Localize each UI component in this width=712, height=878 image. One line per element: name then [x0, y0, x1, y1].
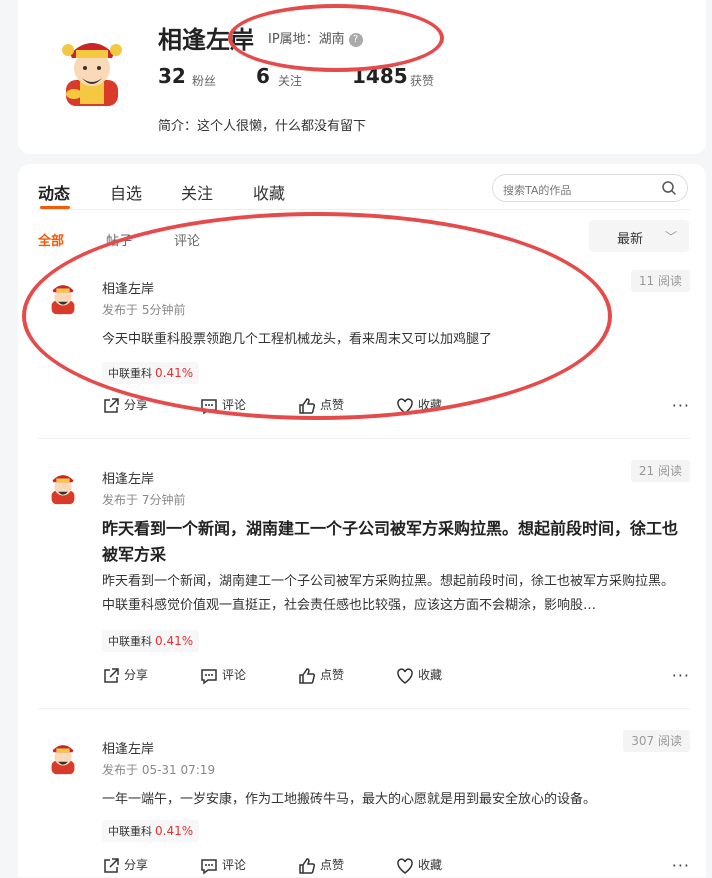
profile-bio: 简介：这个人很懒，什么都没有留下: [158, 119, 367, 134]
likes-count: 1485: [352, 64, 408, 88]
fans-count[interactable]: 32: [158, 64, 186, 88]
tab-dynamic[interactable]: 动态: [38, 180, 70, 204]
share-icon: [104, 857, 119, 873]
read-count: 307 阅读: [623, 730, 690, 752]
stock-tag[interactable]: 中联重科 0.41%: [102, 630, 200, 652]
caishen-avatar-icon[interactable]: [50, 28, 134, 112]
comment-icon: [201, 858, 217, 874]
comment-button[interactable]: 评论: [200, 856, 246, 875]
following-count[interactable]: 6: [256, 64, 270, 88]
post-actions: 分享 评论 点赞 收藏 ···: [102, 666, 690, 688]
post-item[interactable]: 相逢左岸 发布于 5分钟前 11 阅读 今天中联重科股票领跑几个工程机械龙头，看…: [38, 268, 690, 418]
profile-name: 相逢左岸: [158, 26, 254, 54]
profile-card: 相逢左岸 IP属地：湖南? 32 粉丝 6 关注 1485 获赞 简介：这个人很…: [18, 0, 706, 154]
post-body[interactable]: 昨天看到一个新闻，湖南建工一个子公司被军方采购拉黑。想起前段时间，徐工也被军方采…: [102, 570, 690, 618]
comment-button[interactable]: 评论: [200, 666, 246, 685]
post-time: 发布于 05-31 07:19: [102, 763, 216, 777]
subtab-all[interactable]: 全部: [38, 230, 64, 249]
collect-button[interactable]: 收藏: [396, 396, 442, 415]
like-button[interactable]: 点赞: [298, 666, 344, 685]
collect-button[interactable]: 收藏: [396, 666, 442, 685]
fans-label[interactable]: 粉丝: [192, 72, 216, 89]
tab-favorites[interactable]: 收藏: [253, 180, 285, 204]
stock-name: 中联重科: [108, 825, 152, 838]
more-options-icon[interactable]: ···: [672, 396, 690, 415]
chevron-down-icon: ﹀: [664, 230, 677, 244]
post-item[interactable]: 相逢左岸 发布于 05-31 07:19 307 阅读 一年一端午，一岁安康，作…: [38, 728, 690, 878]
feed-card: 动态 自选 关注 收藏 搜索TA的作品 全部 帖子 评论 最新 ﹀ 相逢左岸 发…: [18, 164, 706, 877]
author-avatar-icon[interactable]: [44, 738, 82, 776]
ip-location: IP属地：湖南?: [268, 28, 363, 47]
search-placeholder: 搜索TA的作品: [503, 184, 572, 197]
more-options-icon[interactable]: ···: [672, 856, 690, 875]
tab-watchlist[interactable]: 自选: [110, 180, 142, 204]
author-avatar-icon[interactable]: [44, 468, 82, 506]
tab-following[interactable]: 关注: [181, 180, 213, 204]
share-button[interactable]: 分享: [102, 856, 148, 875]
subtab-comments[interactable]: 评论: [174, 230, 200, 249]
post-body[interactable]: 今天中联重科股票领跑几个工程机械龙头，看来周末又可以加鸡腿了: [102, 328, 690, 352]
thumbs-up-icon: [299, 667, 316, 684]
tabs-divider: [38, 209, 690, 210]
sort-label: 最新: [617, 232, 644, 247]
share-button[interactable]: 分享: [102, 666, 148, 685]
collect-button[interactable]: 收藏: [396, 856, 442, 875]
like-button[interactable]: 点赞: [298, 856, 344, 875]
post-title[interactable]: 昨天看到一个新闻，湖南建工一个子公司被军方采购拉黑。想起前段时间，徐工也被军方采: [102, 516, 690, 568]
post-actions: 分享 评论 点赞 收藏 ···: [102, 396, 690, 418]
author-name[interactable]: 相逢左岸: [102, 278, 154, 297]
subtab-posts[interactable]: 帖子: [106, 230, 132, 249]
like-button[interactable]: 点赞: [298, 396, 344, 415]
stock-change: 0.41%: [155, 366, 194, 380]
heart-icon: [397, 667, 413, 684]
following-label[interactable]: 关注: [278, 72, 302, 89]
post-actions: 分享 评论 点赞 收藏 ···: [102, 856, 690, 878]
post-divider: [38, 708, 690, 709]
stock-change: 0.41%: [155, 824, 194, 838]
comment-icon: [201, 398, 217, 414]
heart-icon: [397, 397, 413, 414]
help-icon[interactable]: ?: [348, 32, 363, 47]
comment-button[interactable]: 评论: [200, 396, 246, 415]
post-time: 发布于 7分钟前: [102, 493, 186, 507]
heart-icon: [397, 857, 413, 874]
sort-dropdown[interactable]: 最新 ﹀: [589, 220, 689, 252]
more-options-icon[interactable]: ···: [672, 666, 690, 685]
share-icon: [104, 667, 119, 683]
thumbs-up-icon: [299, 857, 316, 874]
author-avatar-icon[interactable]: [44, 278, 82, 316]
post-divider: [38, 438, 690, 439]
comment-icon: [201, 668, 217, 684]
read-count: 21 阅读: [630, 460, 690, 482]
author-name[interactable]: 相逢左岸: [102, 738, 154, 757]
thumbs-up-icon: [299, 397, 316, 414]
author-name[interactable]: 相逢左岸: [102, 468, 154, 487]
post-item[interactable]: 相逢左岸 发布于 7分钟前 21 阅读 昨天看到一个新闻，湖南建工一个子公司被军…: [38, 458, 690, 698]
stock-tag[interactable]: 中联重科 0.41%: [102, 362, 200, 384]
share-button[interactable]: 分享: [102, 396, 148, 415]
post-body[interactable]: 一年一端午，一岁安康，作为工地搬砖牛马，最大的心愿就是用到最安全放心的设备。: [102, 788, 690, 812]
stock-name: 中联重科: [108, 367, 152, 380]
ip-label: IP属地：湖南: [268, 32, 345, 47]
stock-change: 0.41%: [155, 634, 194, 648]
likes-label: 获赞: [410, 74, 435, 88]
stock-tag[interactable]: 中联重科 0.41%: [102, 820, 200, 842]
post-time: 发布于 5分钟前: [102, 303, 186, 317]
search-input[interactable]: 搜索TA的作品: [492, 174, 688, 202]
search-icon[interactable]: [661, 180, 677, 196]
stock-name: 中联重科: [108, 635, 152, 648]
read-count: 11 阅读: [630, 270, 690, 292]
share-icon: [104, 397, 119, 413]
